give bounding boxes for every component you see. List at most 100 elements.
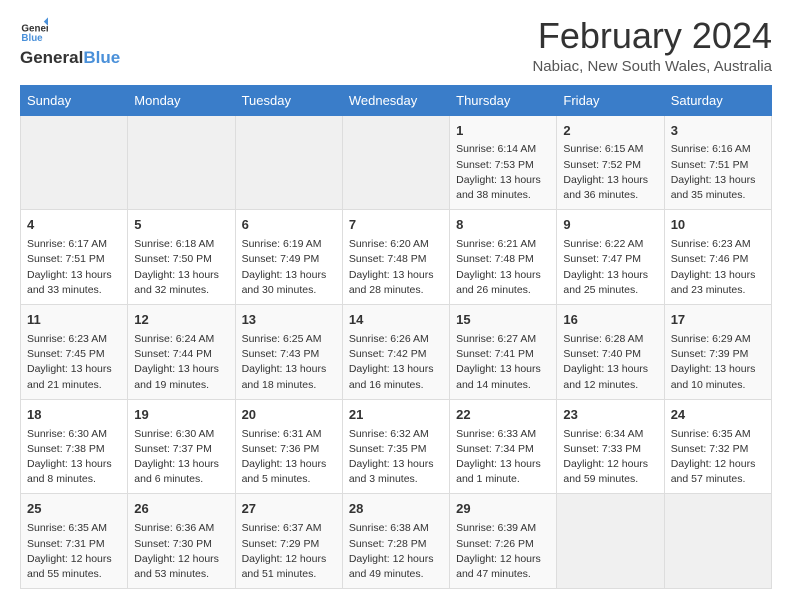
cell-info: Sunrise: 6:37 AM [242,521,336,536]
cell-info: Daylight: 13 hours and 33 minutes. [27,268,121,298]
cell-info: Sunrise: 6:24 AM [134,332,228,347]
calendar-cell: 12Sunrise: 6:24 AMSunset: 7:44 PMDayligh… [128,305,235,400]
cell-info: Sunrise: 6:26 AM [349,332,443,347]
day-number: 28 [349,500,443,519]
cell-info: Daylight: 12 hours and 57 minutes. [671,457,765,487]
cell-info: Sunrise: 6:23 AM [27,332,121,347]
calendar-cell: 28 Sunrise: 6:38 AMSunset: 7:28 PMDayligh… [342,494,449,589]
day-number: 5 [134,216,228,235]
cell-info: Sunset: 7:48 PM [456,252,550,267]
day-header-friday: Friday [557,85,664,115]
cell-info: Sunset: 7:46 PM [671,252,765,267]
cell-info: Daylight: 13 hours and 16 minutes. [349,362,443,392]
cell-info: Sunrise: 6:35 AM [671,427,765,442]
logo-icon: General Blue [20,16,48,44]
calendar-cell: 27Sunrise: 6:37 AMSunset: 7:29 PMDayligh… [235,494,342,589]
week-row-3: 11Sunrise: 6:23 AMSunset: 7:45 PMDayligh… [21,305,772,400]
cell-info: Sunset: 7:36 PM [242,442,336,457]
svg-text:Blue: Blue [21,33,43,44]
cell-info: Sunset: 7:49 PM [242,252,336,267]
cell-info: Sunset: 7:35 PM [349,442,443,457]
calendar-cell: 29Sunrise: 6:39 AMSunset: 7:26 PMDayligh… [450,494,557,589]
cell-info: Sunset: 7:31 PM [27,537,121,552]
cell-info: Sunset: 7:30 PM [134,537,228,552]
cell-info: Daylight: 13 hours and 32 minutes. [134,268,228,298]
day-number: 24 [671,406,765,425]
calendar-cell: 13Sunrise: 6:25 AMSunset: 7:43 PMDayligh… [235,305,342,400]
cell-info: Sunset: 7:38 PM [27,442,121,457]
cell-info: Sunrise: 6:39 AM [456,521,550,536]
cell-info: Sunrise: 6:14 AM [456,142,550,157]
calendar-cell: 14Sunrise: 6:26 AMSunset: 7:42 PMDayligh… [342,305,449,400]
calendar-cell: 2Sunrise: 6:15 AMSunset: 7:52 PMDaylight… [557,115,664,210]
cell-info: Daylight: 13 hours and 12 minutes. [563,362,657,392]
day-number: 23 [563,406,657,425]
day-header-tuesday: Tuesday [235,85,342,115]
calendar-cell: 25Sunrise: 6:35 AMSunset: 7:31 PMDayligh… [21,494,128,589]
day-number: 16 [563,311,657,330]
calendar-cell: 9Sunrise: 6:22 AMSunset: 7:47 PMDaylight… [557,210,664,305]
cell-info: Daylight: 13 hours and 6 minutes. [134,457,228,487]
day-number: 19 [134,406,228,425]
cell-info: Daylight: 12 hours and 59 minutes. [563,457,657,487]
calendar-cell: 21Sunrise: 6:32 AMSunset: 7:35 PMDayligh… [342,399,449,494]
calendar-cell: 17Sunrise: 6:29 AMSunset: 7:39 PMDayligh… [664,305,771,400]
cell-info: Sunset: 7:29 PM [242,537,336,552]
cell-info: Daylight: 12 hours and 49 minutes. [349,552,443,582]
cell-info: Sunrise: 6:16 AM [671,142,765,157]
day-number: 3 [671,122,765,141]
cell-info: Sunrise: 6:30 AM [27,427,121,442]
logo-blue: Blue [83,48,120,68]
cell-info: Sunset: 7:42 PM [349,347,443,362]
calendar-cell: 26Sunrise: 6:36 AMSunset: 7:30 PMDayligh… [128,494,235,589]
day-number: 6 [242,216,336,235]
cell-info: Daylight: 13 hours and 28 minutes. [349,268,443,298]
day-header-wednesday: Wednesday [342,85,449,115]
cell-info: Sunset: 7:26 PM [456,537,550,552]
cell-info: Sunset: 7:51 PM [27,252,121,267]
day-number: 15 [456,311,550,330]
cell-info: Sunrise: 6:36 AM [134,521,228,536]
cell-info: Daylight: 13 hours and 14 minutes. [456,362,550,392]
cell-info: Sunset: 7:39 PM [671,347,765,362]
cell-info: Daylight: 13 hours and 35 minutes. [671,173,765,203]
cell-info: Sunrise: 6:25 AM [242,332,336,347]
calendar-cell [235,115,342,210]
calendar-cell [342,115,449,210]
logo: General Blue General Blue [20,16,120,68]
cell-info: Sunset: 7:50 PM [134,252,228,267]
day-number: 20 [242,406,336,425]
calendar-cell: 1Sunrise: 6:14 AMSunset: 7:53 PMDaylight… [450,115,557,210]
day-number: 25 [27,500,121,519]
calendar-cell [664,494,771,589]
cell-info: Sunrise: 6:22 AM [563,237,657,252]
cell-info: Sunset: 7:28 PM [349,537,443,552]
week-row-4: 18Sunrise: 6:30 AMSunset: 7:38 PMDayligh… [21,399,772,494]
calendar-cell [21,115,128,210]
cell-info: Sunrise: 6:38 AM [349,521,443,536]
calendar-cell: 11Sunrise: 6:23 AMSunset: 7:45 PMDayligh… [21,305,128,400]
cell-info: Sunset: 7:44 PM [134,347,228,362]
cell-info: Sunrise: 6:31 AM [242,427,336,442]
day-number: 17 [671,311,765,330]
cell-info: Sunset: 7:53 PM [456,158,550,173]
cell-info: Daylight: 12 hours and 53 minutes. [134,552,228,582]
calendar-cell: 4Sunrise: 6:17 AMSunset: 7:51 PMDaylight… [21,210,128,305]
calendar-table: SundayMondayTuesdayWednesdayThursdayFrid… [20,85,772,590]
day-number: 13 [242,311,336,330]
calendar-cell: 16Sunrise: 6:28 AMSunset: 7:40 PMDayligh… [557,305,664,400]
calendar-cell: 15Sunrise: 6:27 AMSunset: 7:41 PMDayligh… [450,305,557,400]
cell-info: Sunrise: 6:17 AM [27,237,121,252]
cell-info: Sunrise: 6:15 AM [563,142,657,157]
day-number: 10 [671,216,765,235]
cell-info: Daylight: 13 hours and 18 minutes. [242,362,336,392]
cell-info: Daylight: 13 hours and 23 minutes. [671,268,765,298]
cell-info: Sunset: 7:45 PM [27,347,121,362]
cell-info: Daylight: 13 hours and 5 minutes. [242,457,336,487]
day-number: 22 [456,406,550,425]
calendar-cell [557,494,664,589]
calendar-cell: 10Sunrise: 6:23 AMSunset: 7:46 PMDayligh… [664,210,771,305]
day-header-saturday: Saturday [664,85,771,115]
day-number: 12 [134,311,228,330]
cell-info: Daylight: 12 hours and 47 minutes. [456,552,550,582]
